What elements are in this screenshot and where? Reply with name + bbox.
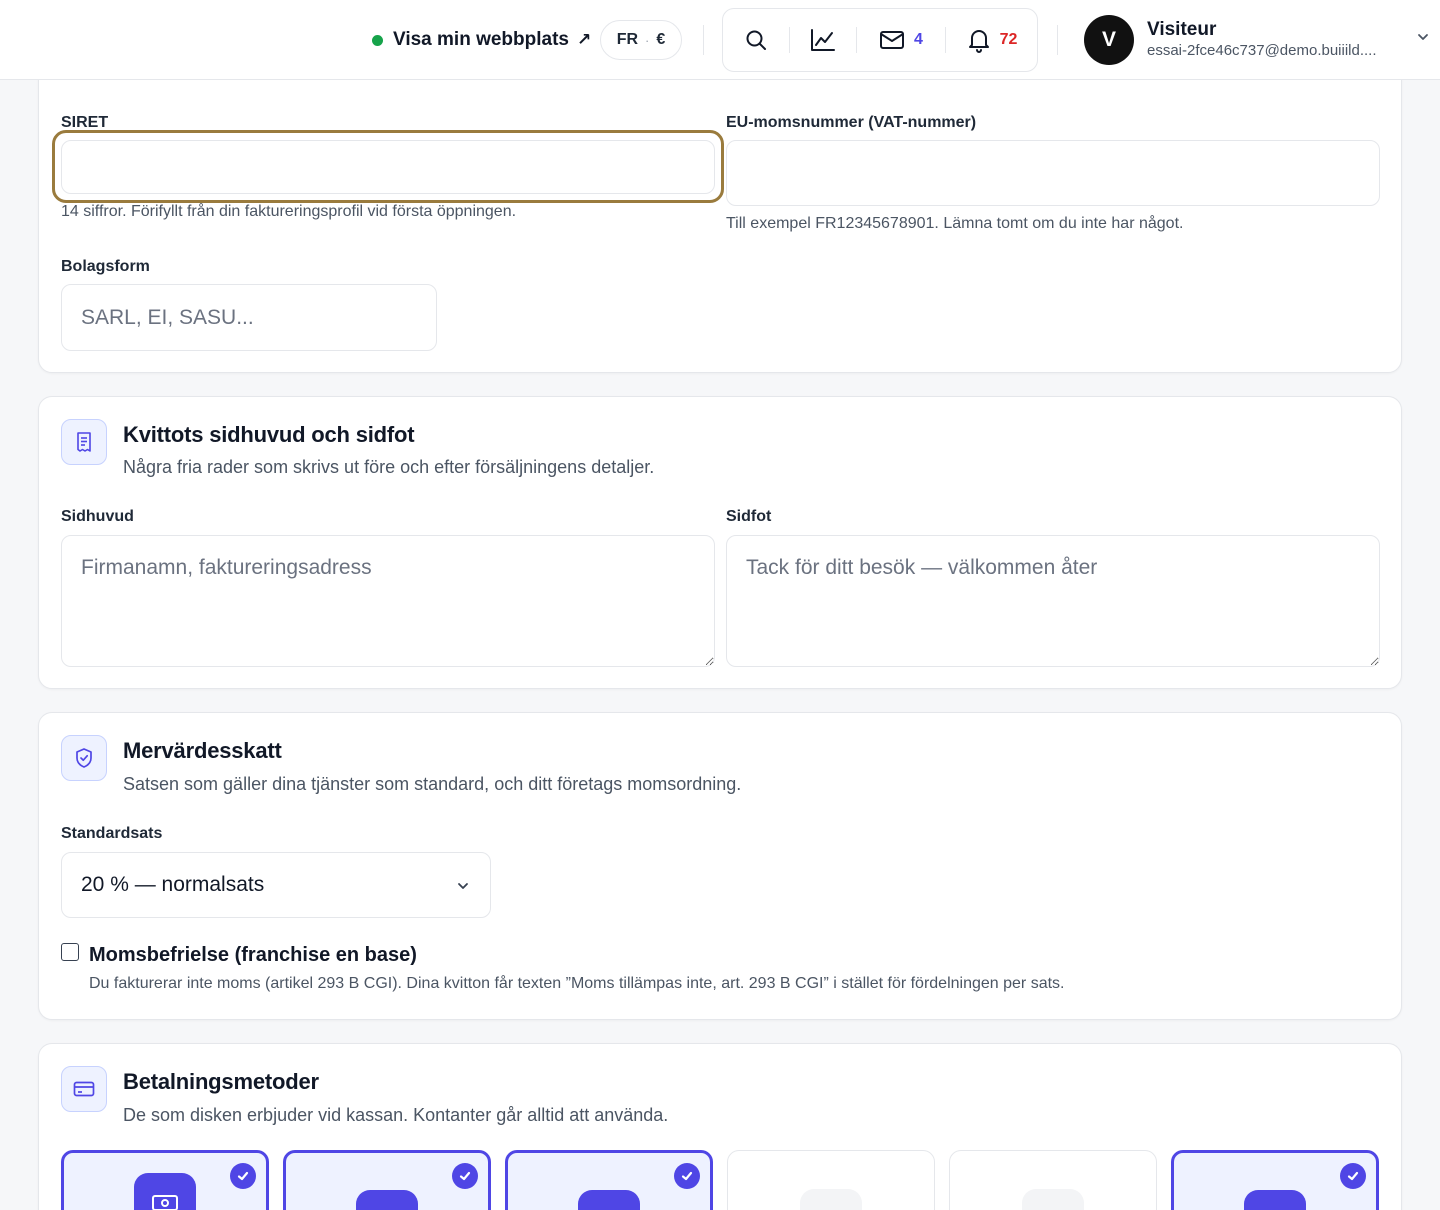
top-bar: Visa min webbplats ↗ FR · € 4 72 V Visit… — [0, 0, 1440, 80]
standard-rate-select[interactable]: 20 % — normalsats — [61, 852, 491, 918]
payment-method-icon — [578, 1190, 640, 1210]
payment-methods-card: Betalningsmetoder De som disken erbjuder… — [38, 1043, 1402, 1210]
selected-check — [230, 1163, 256, 1189]
vat-section-title: Mervärdesskatt — [123, 738, 282, 763]
divider — [703, 25, 704, 55]
receipt-section-title: Kvittots sidhuvud och sidfot — [123, 422, 415, 447]
standard-rate-label: Standardsats — [61, 825, 163, 842]
user-name: Visiteur — [1147, 19, 1217, 40]
vat-card: Mervärdesskatt Satsen som gäller dina tj… — [38, 712, 1402, 1020]
search-icon — [746, 30, 766, 50]
vat-exemption-help: Du fakturerar inte moms (artikel 293 B C… — [89, 975, 1065, 992]
currency-symbol: € — [656, 31, 666, 48]
card-icon — [61, 1066, 107, 1112]
selected-check — [452, 1163, 478, 1189]
chart-line-icon — [811, 29, 835, 51]
receipt-icon — [77, 432, 91, 452]
payment-method-tile[interactable] — [727, 1150, 935, 1210]
payment-method-icon — [356, 1190, 418, 1210]
siret-help: 14 siffror. Förifyllt från din faktureri… — [61, 203, 517, 220]
payment-method-tile[interactable] — [283, 1150, 491, 1210]
visit-site-label: Visa min webbplats — [393, 29, 569, 50]
receipt-footer-label: Sidfot — [726, 508, 772, 525]
card-icon — [61, 735, 107, 781]
legal-info-card: SIRET 14 siffror. Förifyllt från din fak… — [38, 40, 1402, 373]
avatar[interactable]: V — [1084, 15, 1134, 65]
external-arrow-icon: ↗ — [576, 30, 592, 49]
selected-check — [674, 1163, 700, 1189]
selected-check — [1340, 1163, 1366, 1189]
receipt-header-textarea[interactable] — [61, 535, 715, 667]
vat-section-subtitle: Satsen som gäller dina tjänster som stan… — [123, 774, 742, 794]
shield-check-icon — [76, 748, 92, 768]
lang-separator: · — [645, 32, 650, 48]
chevron-down-icon — [458, 883, 468, 889]
siret-input[interactable] — [61, 140, 715, 194]
company-form-label: Bolagsform — [61, 258, 150, 275]
check-icon — [681, 1171, 693, 1181]
company-form-input[interactable] — [61, 284, 437, 351]
language-code: FR — [616, 31, 639, 48]
language-currency-switcher[interactable]: FR · € — [600, 20, 682, 60]
siret-label: SIRET — [61, 114, 109, 131]
notifications-button[interactable]: 72 — [946, 9, 1038, 71]
messages-count: 4 — [914, 31, 923, 48]
analytics-button[interactable] — [790, 9, 856, 71]
receipt-footer-textarea[interactable] — [726, 535, 1380, 667]
receipt-section-subtitle: Några fria rader som skrivs ut före och … — [123, 457, 655, 477]
check-icon — [237, 1171, 249, 1181]
vat-number-input[interactable] — [726, 140, 1380, 206]
notifications-count: 72 — [999, 31, 1018, 48]
payment-method-tile[interactable] — [61, 1150, 269, 1210]
card-icon — [61, 419, 107, 465]
live-status-dot — [372, 34, 383, 46]
divider — [1057, 25, 1058, 55]
payment-method-tile[interactable] — [949, 1150, 1157, 1210]
search-button[interactable] — [723, 9, 789, 71]
vat-number-label: EU-momsnummer (VAT-nummer) — [726, 114, 977, 131]
standard-rate-value: 20 % — normalsats — [81, 873, 265, 896]
payment-method-icon — [1022, 1189, 1084, 1210]
payments-section-subtitle: De som disken erbjuder vid kassan. Konta… — [123, 1105, 669, 1125]
payment-method-icon — [1244, 1190, 1306, 1210]
bell-icon — [968, 30, 989, 53]
mail-icon — [880, 31, 905, 49]
check-icon — [459, 1171, 471, 1181]
user-email: essai-2fce46c737@demo.buiiild.... — [1147, 42, 1377, 59]
receipt-header-label: Sidhuvud — [61, 508, 134, 525]
payments-section-title: Betalningsmetoder — [123, 1069, 319, 1094]
vat-exemption-checkbox[interactable] — [61, 943, 79, 961]
vat-exemption-label[interactable]: Momsbefrielse (franchise en base) — [89, 944, 417, 967]
visit-site-link[interactable]: Visa min webbplats ↗ — [372, 26, 591, 54]
payment-icon-badge — [134, 1173, 196, 1210]
cash-icon — [152, 1195, 178, 1210]
check-icon — [1347, 1171, 1359, 1181]
chevron-down-icon[interactable] — [1416, 30, 1430, 44]
toolbar-group: 4 72 — [722, 8, 1038, 72]
receipt-header-footer-card: Kvittots sidhuvud och sidfot Några fria … — [38, 396, 1402, 689]
messages-button[interactable]: 4 — [857, 9, 945, 71]
payment-method-tile[interactable] — [1171, 1150, 1379, 1210]
vat-number-help: Till exempel FR12345678901. Lämna tomt o… — [726, 215, 1184, 232]
credit-card-icon — [73, 1081, 95, 1097]
payment-method-icon — [800, 1189, 862, 1210]
payment-method-tile[interactable] — [505, 1150, 713, 1210]
